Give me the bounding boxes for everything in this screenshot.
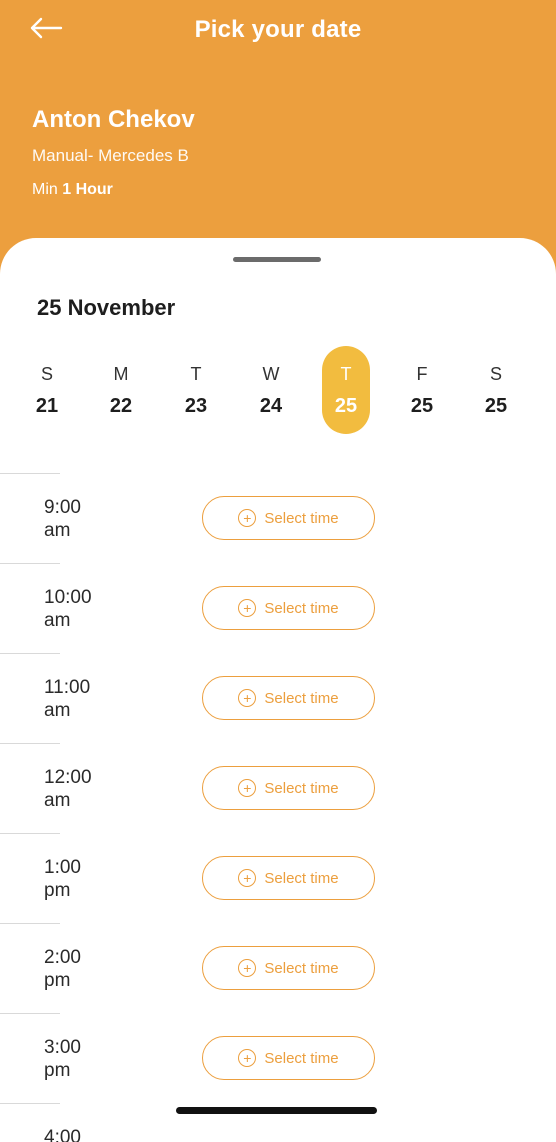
day-of-week: F	[416, 364, 428, 384]
slot-divider	[0, 653, 60, 654]
day-0[interactable]: S 21	[23, 346, 71, 434]
plus-circle-icon: +	[238, 959, 257, 977]
select-time-button[interactable]: + Select time	[202, 1036, 375, 1080]
month-label: 25 November	[37, 295, 176, 320]
slot-divider	[0, 473, 60, 474]
slot-hour: 9:00	[44, 497, 81, 518]
select-time-label: Select time	[264, 509, 339, 527]
day-of-week: T	[340, 364, 352, 384]
slot-time-label: 11:00 am	[44, 676, 90, 722]
date-picker-sheet: 25 November S 21 M 22 T 23 W 24 T 25 F 25 S 25 9:00 am…	[0, 238, 556, 1142]
day-1[interactable]: M 22	[97, 346, 145, 434]
select-time-button[interactable]: + Select time	[202, 946, 375, 990]
slot-time-label: 4:00	[44, 1126, 81, 1142]
page-title: Pick your date	[194, 16, 362, 43]
min-label: Min	[32, 181, 58, 198]
select-time-label: Select time	[264, 959, 339, 977]
slot-period: pm	[44, 1060, 71, 1081]
instructor-name: Anton Chekov	[32, 106, 195, 133]
slot-divider	[0, 1013, 60, 1014]
slot-hour: 1:00	[44, 857, 81, 878]
slot-period: am	[44, 520, 71, 541]
day-of-week: M	[113, 364, 129, 384]
day-of-week: T	[190, 364, 202, 384]
select-time-label: Select time	[264, 599, 339, 617]
select-time-button[interactable]: + Select time	[202, 766, 375, 810]
slot-divider	[0, 1103, 60, 1104]
slot-time-label: 3:00 pm	[44, 1036, 81, 1082]
select-time-button[interactable]: + Select time	[202, 496, 375, 540]
day-6[interactable]: S 25	[472, 346, 520, 434]
week-strip: S 21 M 22 T 23 W 24 T 25 F 25 S 25	[0, 346, 556, 436]
slot-time-label: 1:00 pm	[44, 856, 81, 902]
day-3[interactable]: W 24	[247, 346, 295, 434]
day-of-week: W	[262, 364, 280, 384]
slot-divider	[0, 563, 60, 564]
day-number: 21	[35, 395, 59, 417]
drag-handle[interactable]	[233, 257, 321, 262]
slot-period: am	[44, 700, 71, 721]
slot-period: am	[44, 610, 71, 631]
min-duration: Min 1 Hour	[32, 181, 113, 199]
select-time-label: Select time	[264, 1049, 339, 1067]
plus-circle-icon: +	[238, 779, 257, 797]
select-time-button[interactable]: + Select time	[202, 586, 375, 630]
plus-circle-icon: +	[238, 689, 257, 707]
slot-hour: 11:00	[44, 677, 91, 698]
select-time-button[interactable]: + Select time	[202, 676, 375, 720]
select-time-button[interactable]: + Select time	[202, 856, 375, 900]
slot-time-label: 12:00 am	[44, 766, 92, 812]
slot-time-label: 10:00 am	[44, 586, 92, 632]
slot-period: pm	[44, 970, 71, 991]
slot-hour: 2:00	[44, 947, 81, 968]
day-of-week: S	[40, 364, 53, 384]
slot-divider	[0, 833, 60, 834]
home-indicator	[176, 1107, 377, 1114]
car-info: Manual- Mercedes B	[32, 146, 189, 165]
day-number: 23	[184, 395, 208, 417]
day-number: 22	[109, 395, 133, 417]
plus-circle-icon: +	[238, 1049, 257, 1067]
slot-period: pm	[44, 880, 71, 901]
slot-hour: 4:00	[44, 1127, 81, 1142]
plus-circle-icon: +	[238, 599, 257, 617]
plus-circle-icon: +	[238, 509, 257, 527]
slot-hour: 12:00	[44, 767, 92, 788]
day-number: 25	[484, 395, 508, 417]
day-5[interactable]: F 25	[398, 346, 446, 434]
select-time-label: Select time	[264, 869, 339, 887]
min-value: 1 Hour	[62, 181, 113, 198]
day-number: 25	[334, 395, 358, 417]
select-time-label: Select time	[264, 779, 339, 797]
plus-circle-icon: +	[238, 869, 257, 887]
select-time-label: Select time	[264, 689, 339, 707]
day-number: 24	[259, 395, 283, 417]
day-4[interactable]: T 25	[322, 346, 370, 434]
slot-hour: 10:00	[44, 587, 92, 608]
slot-hour: 3:00	[44, 1037, 81, 1058]
slot-time-label: 2:00 pm	[44, 946, 81, 992]
slot-divider	[0, 923, 60, 924]
slot-period: am	[44, 790, 71, 811]
slot-divider	[0, 743, 60, 744]
slot-time-label: 9:00 am	[44, 496, 81, 542]
day-number: 25	[410, 395, 434, 417]
day-of-week: S	[489, 364, 502, 384]
day-2[interactable]: T 23	[172, 346, 220, 434]
